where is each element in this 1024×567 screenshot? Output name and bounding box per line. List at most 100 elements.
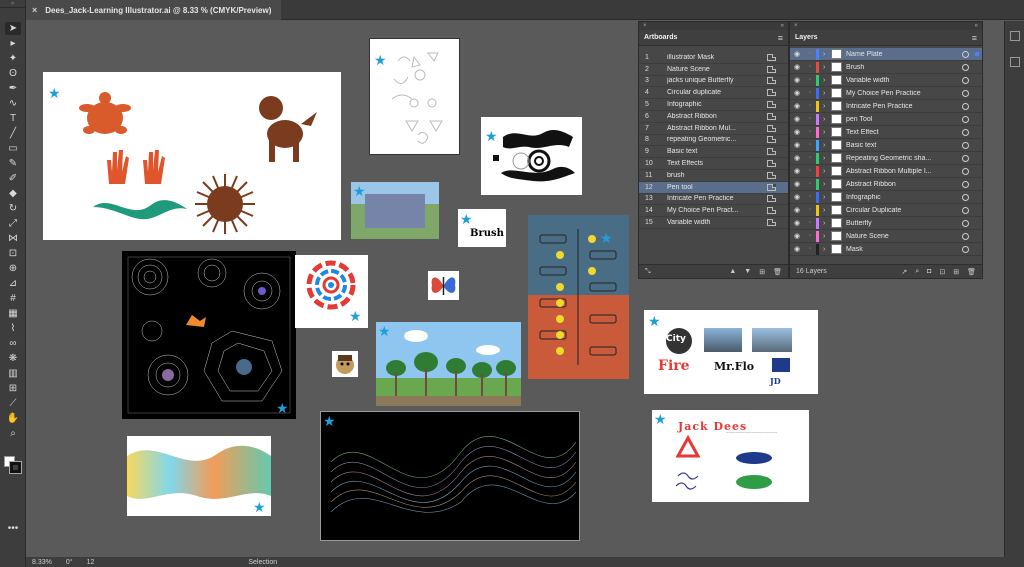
visibility-eye-icon[interactable]: ◉: [790, 89, 804, 97]
artboard-row[interactable]: 12 Pen tool: [639, 181, 788, 194]
lock-toggle-icon[interactable]: ▫: [804, 181, 816, 187]
artboard-options-icon[interactable]: [767, 171, 776, 179]
rotate-tool-icon[interactable]: ↻: [5, 202, 21, 215]
lock-toggle-icon[interactable]: ▫: [804, 220, 816, 226]
shape-builder-icon[interactable]: ⊕: [5, 262, 21, 275]
type-tool-icon[interactable]: T: [5, 112, 21, 125]
chevron-right-icon[interactable]: ›: [823, 246, 831, 253]
dock-panel-icon[interactable]: [1009, 57, 1020, 67]
artboard-circular-duplicate[interactable]: ★: [295, 255, 368, 328]
artboard-navigator[interactable]: 12: [87, 559, 95, 566]
chevron-right-icon[interactable]: ›: [823, 207, 831, 214]
artboard-nature-scene[interactable]: ★: [376, 322, 521, 406]
artboard-butterfly[interactable]: [428, 271, 459, 300]
visibility-eye-icon[interactable]: ◉: [790, 245, 804, 253]
visibility-eye-icon[interactable]: ◉: [790, 76, 804, 84]
visibility-eye-icon[interactable]: ◉: [790, 63, 804, 71]
lock-toggle-icon[interactable]: ▫: [804, 233, 816, 239]
chevron-right-icon[interactable]: ›: [823, 142, 831, 149]
artboard-options-icon[interactable]: [767, 207, 776, 215]
visibility-eye-icon[interactable]: ◉: [790, 206, 804, 214]
target-circle-icon[interactable]: [962, 193, 969, 201]
column-graph-icon[interactable]: ▥: [5, 367, 21, 380]
artboard-repeating-geometric[interactable]: ★: [122, 251, 296, 419]
document-tab[interactable]: × Dees_Jack-Learning Illustrator.ai @ 8.…: [26, 0, 282, 20]
chevron-right-icon[interactable]: ›: [823, 181, 831, 188]
visibility-eye-icon[interactable]: ◉: [790, 102, 804, 110]
target-circle-icon[interactable]: [962, 102, 969, 110]
artboard-row[interactable]: 9 Basic text: [639, 146, 788, 159]
visibility-eye-icon[interactable]: ◉: [790, 219, 804, 227]
curvature-tool-icon[interactable]: ∿: [5, 97, 21, 110]
make-clipping-mask-icon[interactable]: ◘: [927, 268, 931, 276]
lock-toggle-icon[interactable]: ▫: [804, 90, 816, 96]
new-artboard-icon[interactable]: ⊞: [759, 268, 765, 276]
target-circle-icon[interactable]: [962, 245, 969, 253]
artboard-options-icon[interactable]: [767, 160, 776, 168]
layers-close-icon[interactable]: ×: [794, 22, 798, 30]
target-circle-icon[interactable]: [962, 141, 969, 149]
artboard-options-icon[interactable]: [767, 112, 776, 120]
layers-menu-icon[interactable]: ≡: [972, 33, 977, 43]
artboard-row[interactable]: 4 Circular duplicate: [639, 87, 788, 100]
lock-toggle-icon[interactable]: ▫: [804, 155, 816, 161]
artboard-intricate-pen[interactable]: ★: [481, 117, 582, 195]
width-tool-icon[interactable]: ⋈: [5, 232, 21, 245]
shaper-tool-icon[interactable]: ✐: [5, 172, 21, 185]
target-circle-icon[interactable]: [962, 167, 969, 175]
visibility-eye-icon[interactable]: ◉: [790, 128, 804, 136]
lasso-icon[interactable]: ʘ: [5, 67, 21, 80]
layer-row[interactable]: ◉ ▫ › My Choice Pen Practice: [790, 87, 982, 100]
layer-row[interactable]: ◉ ▫ › Basic text: [790, 139, 982, 152]
scale-tool-icon[interactable]: ⤢: [5, 217, 21, 230]
gradient-tool-icon[interactable]: ▦: [5, 307, 21, 320]
toolbar-grip[interactable]: »: [0, 0, 25, 8]
layer-row[interactable]: ◉ ▫ › Abstract Ribbon: [790, 178, 982, 191]
target-circle-icon[interactable]: [962, 76, 969, 84]
artboards-panel-titlebar[interactable]: × «: [639, 22, 788, 30]
new-layer-icon[interactable]: ⊞: [953, 268, 959, 276]
artboard-row[interactable]: 13 Intricate Pen Practice: [639, 194, 788, 206]
direct-selection-tool-icon[interactable]: ▸: [5, 37, 21, 50]
artboard-options-icon[interactable]: [767, 124, 776, 132]
target-circle-icon[interactable]: [962, 50, 969, 58]
visibility-eye-icon[interactable]: ◉: [790, 193, 804, 201]
artboard-options-icon[interactable]: [767, 219, 776, 227]
edit-toolbar-icon[interactable]: •••: [5, 522, 21, 535]
artboards-close-icon[interactable]: ×: [643, 22, 647, 30]
target-circle-icon[interactable]: [962, 180, 969, 188]
layer-row[interactable]: ◉ ▫ › pen Tool: [790, 113, 982, 126]
target-circle-icon[interactable]: [962, 115, 969, 123]
collect-export-icon[interactable]: ↗: [901, 268, 907, 276]
artboard-row[interactable]: 11 brush: [639, 170, 788, 182]
layer-row[interactable]: ◉ ▫ › Intricate Pen Practice: [790, 100, 982, 113]
chevron-right-icon[interactable]: ›: [823, 194, 831, 201]
layer-row[interactable]: ◉ ▫ › Name Plate: [790, 48, 982, 61]
hand-tool-icon[interactable]: ✋: [5, 412, 21, 425]
layers-panel-titlebar[interactable]: × «: [790, 22, 982, 30]
artboard-brush[interactable]: ★ Brush: [458, 209, 506, 247]
target-circle-icon[interactable]: [962, 63, 969, 71]
paintbrush-icon[interactable]: ✎: [5, 157, 21, 170]
layer-row[interactable]: ◉ ▫ › Infographic: [790, 191, 982, 204]
target-circle-icon[interactable]: [962, 219, 969, 227]
layer-row[interactable]: ◉ ▫ › Variable width: [790, 74, 982, 87]
artboard-basic-text[interactable]: ★ Jack Dees ~~~~~~~~~~~~~~~~~~~~~~: [652, 410, 809, 502]
move-up-icon[interactable]: ▲: [729, 268, 736, 276]
target-circle-icon[interactable]: [962, 154, 969, 162]
layer-row[interactable]: ◉ ▫ › Circular Duplicate: [790, 204, 982, 217]
tab-artboards[interactable]: Artboards: [644, 34, 677, 41]
delete-artboard-icon[interactable]: 🗑: [773, 268, 782, 276]
artboard-mask[interactable]: ★: [43, 72, 341, 240]
artboard-row[interactable]: 2 Nature Scene: [639, 64, 788, 76]
layer-row[interactable]: ◉ ▫ › Butterfly: [790, 217, 982, 230]
layer-row[interactable]: ◉ ▫ › Text Effect: [790, 126, 982, 139]
artboards-menu-icon[interactable]: ≡: [778, 33, 783, 43]
selection-tool-icon[interactable]: ➤: [5, 22, 21, 35]
layer-row[interactable]: ◉ ▫ › Abstract Ribbon Multiple I...: [790, 165, 982, 178]
artboard-options-icon[interactable]: [767, 101, 776, 109]
layers-collapse-icon[interactable]: «: [975, 22, 978, 30]
artboard-row[interactable]: 1 illustrator Mask: [639, 52, 788, 64]
layer-row[interactable]: ◉ ▫ › Mask: [790, 243, 982, 256]
artboard-row[interactable]: 15 Variable width: [639, 217, 788, 229]
